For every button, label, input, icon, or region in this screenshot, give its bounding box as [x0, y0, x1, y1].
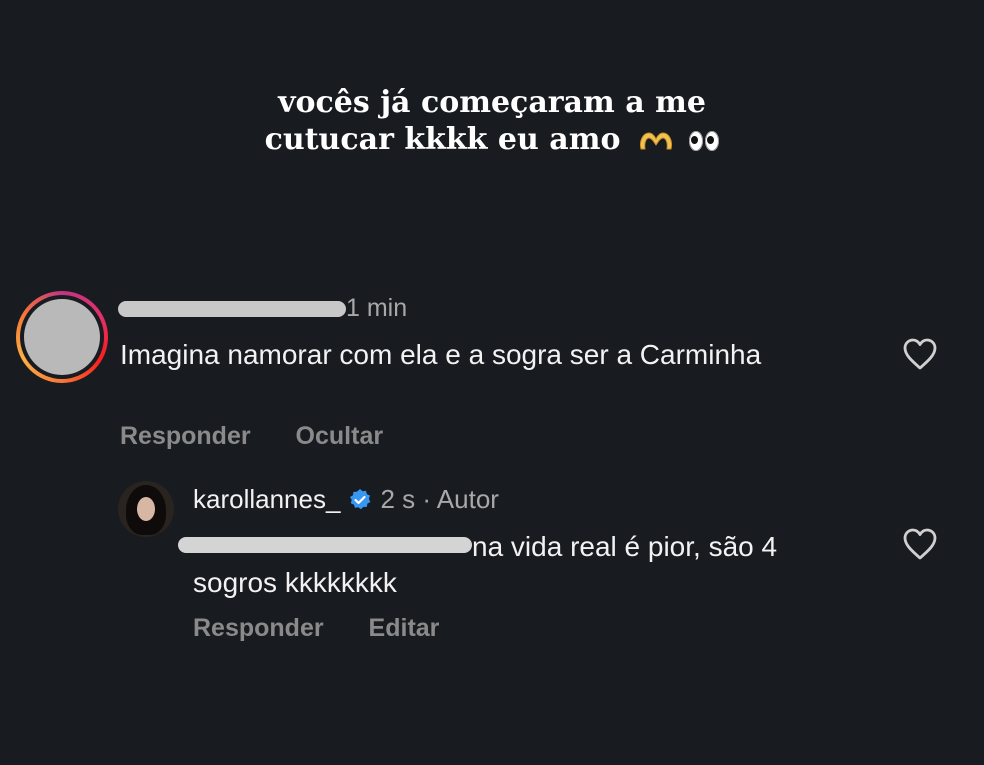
comment-timestamp: 1 min [346, 294, 408, 322]
heart-hands-icon [639, 132, 672, 150]
commenter-username-redacted[interactable] [118, 301, 346, 317]
mention-redacted[interactable] [178, 537, 472, 553]
caption-line-1: vocês já começaram a me [278, 85, 706, 120]
reply-meta: 2 s · Autor [380, 484, 499, 514]
reply-header: karollannes_ 2 s · Autor [193, 484, 499, 515]
reply-actions: Responder Editar [193, 614, 477, 643]
edit-button[interactable]: Editar [369, 614, 440, 642]
verified-badge-icon [350, 488, 371, 509]
reply-button[interactable]: Responder [120, 422, 251, 450]
story-caption: vocês já começaram a me cutucar kkkk eu … [0, 84, 984, 158]
author-username[interactable]: karollannes_ [193, 484, 340, 515]
comment-text: Imagina namorar com ela e a sogra ser a … [120, 339, 762, 370]
hide-button[interactable]: Ocultar [296, 422, 384, 450]
eyes-icon [689, 131, 720, 151]
reply-button[interactable]: Responder [193, 614, 324, 642]
reply-text-line-1: na vida real é pior, são 4 [472, 531, 778, 562]
like-heart-icon[interactable] [902, 527, 938, 561]
caption-line-2: cutucar kkkk eu amo [0, 121, 984, 158]
caption-line-2-text: cutucar kkkk eu amo [264, 122, 621, 157]
like-heart-icon[interactable] [902, 337, 938, 371]
comment-actions: Responder Ocultar [120, 422, 421, 451]
commenter-avatar[interactable] [16, 291, 108, 383]
reply-text-line-2: sogros kkkkkkkk [193, 567, 397, 598]
author-avatar[interactable] [118, 481, 174, 537]
